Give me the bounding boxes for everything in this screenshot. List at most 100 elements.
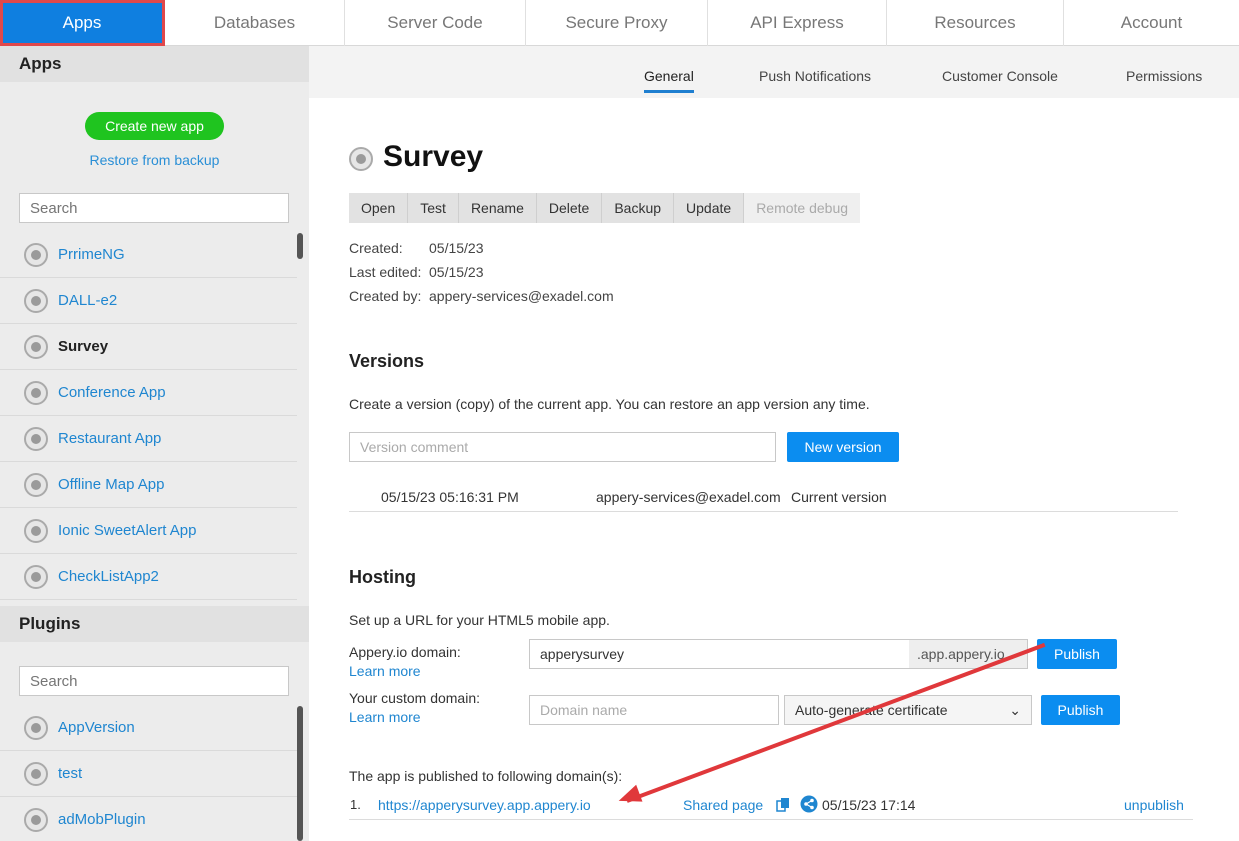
plugin-icon xyxy=(24,807,48,832)
plugins-scrollbar[interactable] xyxy=(297,706,303,841)
ionic-icon xyxy=(24,288,48,313)
create-new-app-button[interactable]: Create new app xyxy=(85,112,224,140)
app-actions-bar: Open Test Rename Delete Backup Update Re… xyxy=(349,193,861,223)
plugin-list: AppVersion test adMobPlugin xyxy=(0,705,297,841)
app-item-label: Conference App xyxy=(58,384,166,401)
version-user: appery-services@exadel.com xyxy=(596,489,781,505)
created-value: 05/15/23 xyxy=(429,240,484,256)
tab-server-code[interactable]: Server Code xyxy=(345,0,526,46)
publish-appery-button[interactable]: Publish xyxy=(1037,639,1117,669)
share-icon[interactable] xyxy=(800,795,818,813)
published-index: 1. xyxy=(350,797,361,812)
main-content: Survey Open Test Rename Delete Backup Up… xyxy=(309,98,1239,841)
version-comment-input[interactable] xyxy=(349,432,776,462)
plugin-item-label: test xyxy=(58,765,83,782)
app-item-label: Offline Map App xyxy=(58,476,165,493)
unpublish-link[interactable]: unpublish xyxy=(1124,797,1184,813)
list-item[interactable]: CheckListApp2 xyxy=(0,554,297,600)
list-item[interactable]: Conference App xyxy=(0,370,297,416)
created-by-value: appery-services@exadel.com xyxy=(429,288,614,304)
app-item-label: PrrimeNG xyxy=(58,246,125,263)
plugin-item-label: AppVersion xyxy=(58,719,135,736)
annotation-arrowhead xyxy=(615,784,643,810)
app-item-label: Survey xyxy=(58,338,109,355)
custom-domain-label: Your custom domain: xyxy=(349,690,480,706)
restore-from-backup-link[interactable]: Restore from backup xyxy=(0,152,309,168)
list-item[interactable]: test xyxy=(0,751,297,797)
list-item[interactable]: AppVersion xyxy=(0,705,297,751)
tab-resources[interactable]: Resources xyxy=(887,0,1064,46)
shared-page-link[interactable]: Shared page xyxy=(683,797,763,813)
open-button[interactable]: Open xyxy=(349,193,409,223)
ionic-icon xyxy=(24,380,48,405)
rename-button[interactable]: Rename xyxy=(459,193,537,223)
apps-scrollbar[interactable] xyxy=(297,233,303,259)
sub-tabs: General Push Notifications Customer Cons… xyxy=(309,46,1239,98)
update-button[interactable]: Update xyxy=(674,193,745,223)
created-label: Created: xyxy=(349,240,403,256)
plugin-icon xyxy=(24,715,48,740)
certificate-select[interactable]: Auto-generate certificate ⌄ xyxy=(784,695,1032,725)
hosting-title: Hosting xyxy=(349,567,416,587)
app-item-label: CheckListApp2 xyxy=(58,568,159,585)
test-button[interactable]: Test xyxy=(408,193,459,223)
delete-button[interactable]: Delete xyxy=(537,193,603,223)
list-item[interactable]: Offline Map App xyxy=(0,462,297,508)
list-item[interactable]: Ionic SweetAlert App xyxy=(0,508,297,554)
custom-domain-input[interactable] xyxy=(529,695,779,725)
tab-permissions[interactable]: Permissions xyxy=(1126,68,1202,84)
sidebar: Apps Create new app Restore from backup … xyxy=(0,46,309,841)
appery-domain-label: Appery.io domain: xyxy=(349,644,461,660)
app-item-label: Ionic SweetAlert App xyxy=(58,522,197,539)
page-title: Survey xyxy=(383,140,484,173)
tab-customer-console[interactable]: Customer Console xyxy=(942,68,1058,84)
app-list: PrrimeNG DALL-e2 Survey Conference App R… xyxy=(0,232,297,600)
ionic-icon xyxy=(24,564,48,589)
backup-button[interactable]: Backup xyxy=(602,193,675,223)
app-item-label: DALL-e2 xyxy=(58,292,118,309)
published-timestamp: 05/15/23 17:14 xyxy=(822,797,916,813)
ionic-icon xyxy=(24,518,48,543)
learn-more-link[interactable]: Learn more xyxy=(349,709,421,725)
last-edited-value: 05/15/23 xyxy=(429,264,484,280)
last-edited-label: Last edited: xyxy=(349,264,422,280)
tab-apps[interactable]: Apps xyxy=(0,0,165,46)
domain-suffix: .app.appery.io xyxy=(909,639,1028,669)
app-item-label: Restaurant App xyxy=(58,430,162,447)
published-heading: The app is published to following domain… xyxy=(349,768,623,784)
new-version-button[interactable]: New version xyxy=(787,432,899,462)
divider xyxy=(349,511,1178,512)
create-wrap: Create new app xyxy=(0,82,309,140)
list-item[interactable]: Restaurant App xyxy=(0,416,297,462)
top-nav: Apps Databases Server Code Secure Proxy … xyxy=(0,0,1239,46)
copy-icon[interactable] xyxy=(775,797,791,813)
tab-account[interactable]: Account xyxy=(1064,0,1239,46)
publish-custom-button[interactable]: Publish xyxy=(1041,695,1120,725)
created-by-label: Created by: xyxy=(349,288,422,304)
ionic-icon xyxy=(24,334,48,359)
ionic-icon xyxy=(24,426,48,451)
list-item[interactable]: PrrimeNG xyxy=(0,232,297,278)
appery-domain-input[interactable] xyxy=(529,639,910,669)
tab-push-notifications[interactable]: Push Notifications xyxy=(759,68,871,84)
tab-databases[interactable]: Databases xyxy=(165,0,345,46)
app-icon xyxy=(349,147,373,171)
tab-general[interactable]: General xyxy=(644,68,694,93)
remote-debug-button: Remote debug xyxy=(744,193,861,223)
ionic-icon xyxy=(24,472,48,497)
plugins-section-title: Plugins xyxy=(0,606,309,642)
learn-more-link[interactable]: Learn more xyxy=(349,663,421,679)
list-item[interactable]: adMobPlugin xyxy=(0,797,297,841)
published-url-link[interactable]: https://apperysurvey.app.appery.io xyxy=(378,797,591,813)
tab-api-express[interactable]: API Express xyxy=(708,0,887,46)
plugins-search-input[interactable] xyxy=(19,666,289,696)
list-item[interactable]: DALL-e2 xyxy=(0,278,297,324)
version-status: Current version xyxy=(791,489,887,505)
apps-search-input[interactable] xyxy=(19,193,289,223)
hosting-description: Set up a URL for your HTML5 mobile app. xyxy=(349,612,610,628)
list-item[interactable]: Survey xyxy=(0,324,297,370)
versions-description: Create a version (copy) of the current a… xyxy=(349,396,870,412)
chevron-down-icon: ⌄ xyxy=(1009,701,1021,718)
apps-section-title: Apps xyxy=(0,46,309,82)
tab-secure-proxy[interactable]: Secure Proxy xyxy=(526,0,708,46)
